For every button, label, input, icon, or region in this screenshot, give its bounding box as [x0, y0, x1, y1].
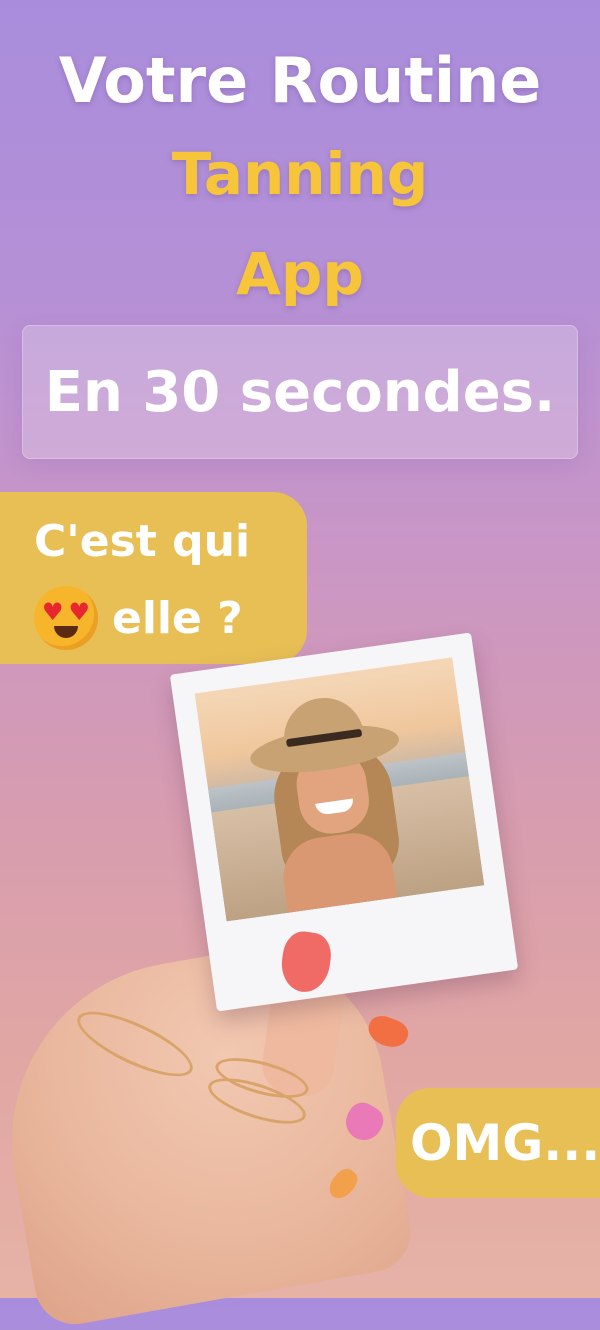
reaction-text: OMG... — [410, 1114, 600, 1172]
headline-line1: Votre Routine — [58, 44, 542, 117]
subtitle-text: En 30 secondes. — [44, 359, 556, 425]
heart-eyes-emoji-icon: ♥ ♥ — [34, 586, 98, 650]
subtitle-banner: En 30 secondes. — [22, 325, 578, 459]
question-line2: ♥ ♥ elle ? — [34, 586, 243, 650]
question-line1: C'est qui — [34, 516, 251, 567]
question-bubble: C'est qui ♥ ♥ elle ? — [0, 492, 307, 664]
reaction-bubble: OMG... — [396, 1088, 600, 1198]
headline-line2: Tanning — [171, 140, 429, 208]
polaroid-photo — [169, 632, 519, 1012]
question-line2-text: elle ? — [112, 592, 243, 644]
beach-portrait-image — [194, 657, 485, 922]
headline-line3: App — [236, 240, 364, 308]
